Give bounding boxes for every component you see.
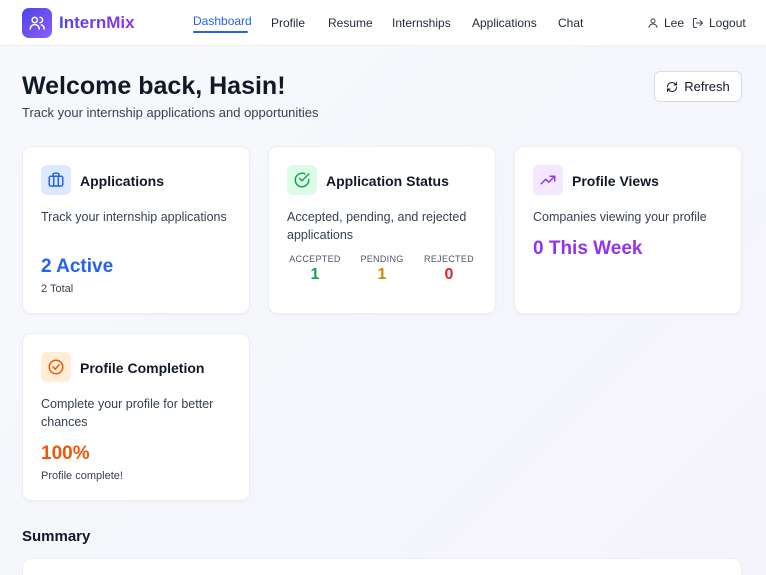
pending-label: PENDING [360,254,404,264]
summary-heading: Summary [22,528,91,545]
applications-card-title: Applications [80,173,165,189]
rejected-stat: REJECTED 0 [419,254,479,284]
logout-icon [693,18,703,28]
accepted-stat: ACCEPTED 1 [285,254,345,284]
refresh-label: Refresh [684,79,730,94]
check-badge-icon [41,352,71,382]
accepted-count: 1 [310,266,320,283]
trending-up-icon [533,165,563,195]
profile-completion-card-description: Complete your profile for better chances [41,397,214,429]
accepted-label: ACCEPTED [289,254,341,264]
profile-views-count: 0 This Week [533,238,643,259]
applications-card[interactable]: Applications Track your internship appli… [22,146,250,314]
brand-name[interactable]: InternMix [59,13,135,33]
logout-label: Logout [709,16,746,30]
user-icon [648,18,658,28]
profile-completion-note: Profile complete! [41,470,123,482]
user-menu[interactable]: Lee [647,16,684,30]
profile-views-card-title: Profile Views [572,173,659,189]
summary-panel [22,558,742,575]
total-applications-count: 2 Total [41,283,74,295]
nav-link-internships[interactable]: Internships [392,16,451,30]
rejected-count: 0 [444,266,454,283]
nav-link-dashboard[interactable]: Dashboard [193,14,252,28]
application-status-card-description: Accepted, pending, and rejected applicat… [287,210,467,242]
application-status-card[interactable]: Application Status Accepted, pending, an… [268,146,496,314]
check-circle-icon [287,165,317,195]
user-name: Lee [664,16,685,30]
profile-completion-card[interactable]: Profile Completion Complete your profile… [22,333,250,501]
applications-card-description: Track your internship applications [41,210,227,224]
refresh-button[interactable]: Refresh [654,71,742,102]
page-title: Welcome back, Hasin! [22,72,286,100]
active-tab-indicator [193,31,248,33]
logout-button[interactable]: Logout [692,16,746,30]
application-status-card-title: Application Status [326,173,449,189]
nav-link-chat[interactable]: Chat [558,16,583,30]
page-subtitle: Track your internship applications and o… [22,105,319,120]
nav-link-profile[interactable]: Profile [271,16,305,30]
pending-count: 1 [377,266,387,283]
active-applications-count: 2 Active [41,256,114,277]
profile-completion-percent: 100% [41,443,90,464]
profile-views-card-description: Companies viewing your profile [533,210,707,224]
top-navbar: InternMix Dashboard Profile Resume Inter… [0,0,766,46]
profile-views-card[interactable]: Profile Views Companies viewing your pro… [514,146,742,314]
profile-completion-card-title: Profile Completion [80,360,205,376]
nav-link-applications[interactable]: Applications [472,16,537,30]
nav-link-resume[interactable]: Resume [328,16,373,30]
refresh-icon [667,81,678,92]
briefcase-icon [41,165,71,195]
rejected-label: REJECTED [424,254,474,264]
logo-users-icon[interactable] [22,8,52,38]
pending-stat: PENDING 1 [352,254,412,284]
